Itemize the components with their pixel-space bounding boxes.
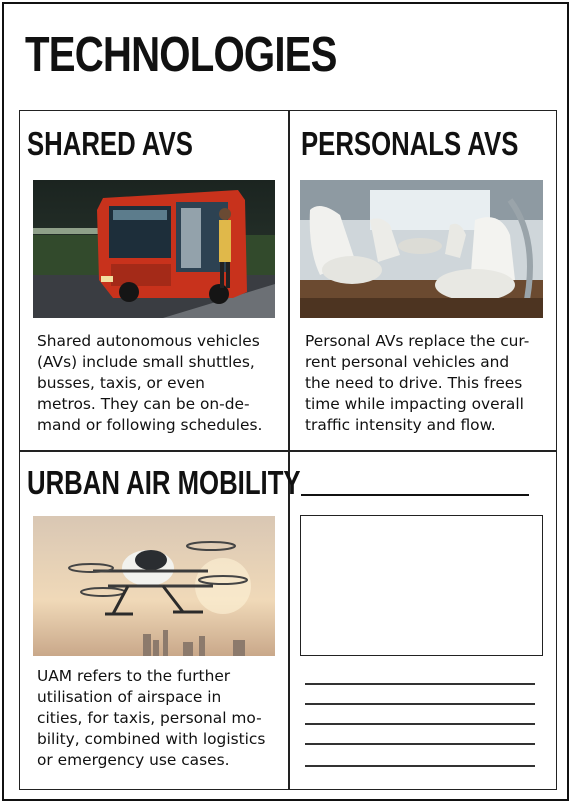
write-in-line[interactable] [305,723,535,725]
passenger-drone-photo [33,516,275,656]
write-in-line[interactable] [305,683,535,685]
autonomous-shuttle-photo [33,180,275,318]
write-in-line[interactable] [305,765,535,767]
blank-title-line[interactable] [301,494,529,496]
write-in-line[interactable] [305,703,535,705]
car-interior-photo [300,180,543,318]
urban-air-mobility-title: URBAN AIR MOBILITY [27,464,301,501]
grid-divider-horizontal [19,450,557,452]
write-in-line[interactable] [305,743,535,745]
shared-avs-description: Shared autonomous vehicles (AVs) include… [37,332,263,434]
shared-avs-title: SHARED AVS [27,125,193,162]
page-title: TECHNOLOGIES [25,28,337,82]
personal-avs-title: PERSONALS AVS [301,125,519,162]
blank-image-box[interactable] [300,515,543,656]
personal-avs-description: Personal AVs replace the cur- rent perso… [305,332,530,434]
urban-air-mobility-description: UAM refers to the further utilisation of… [37,667,266,769]
